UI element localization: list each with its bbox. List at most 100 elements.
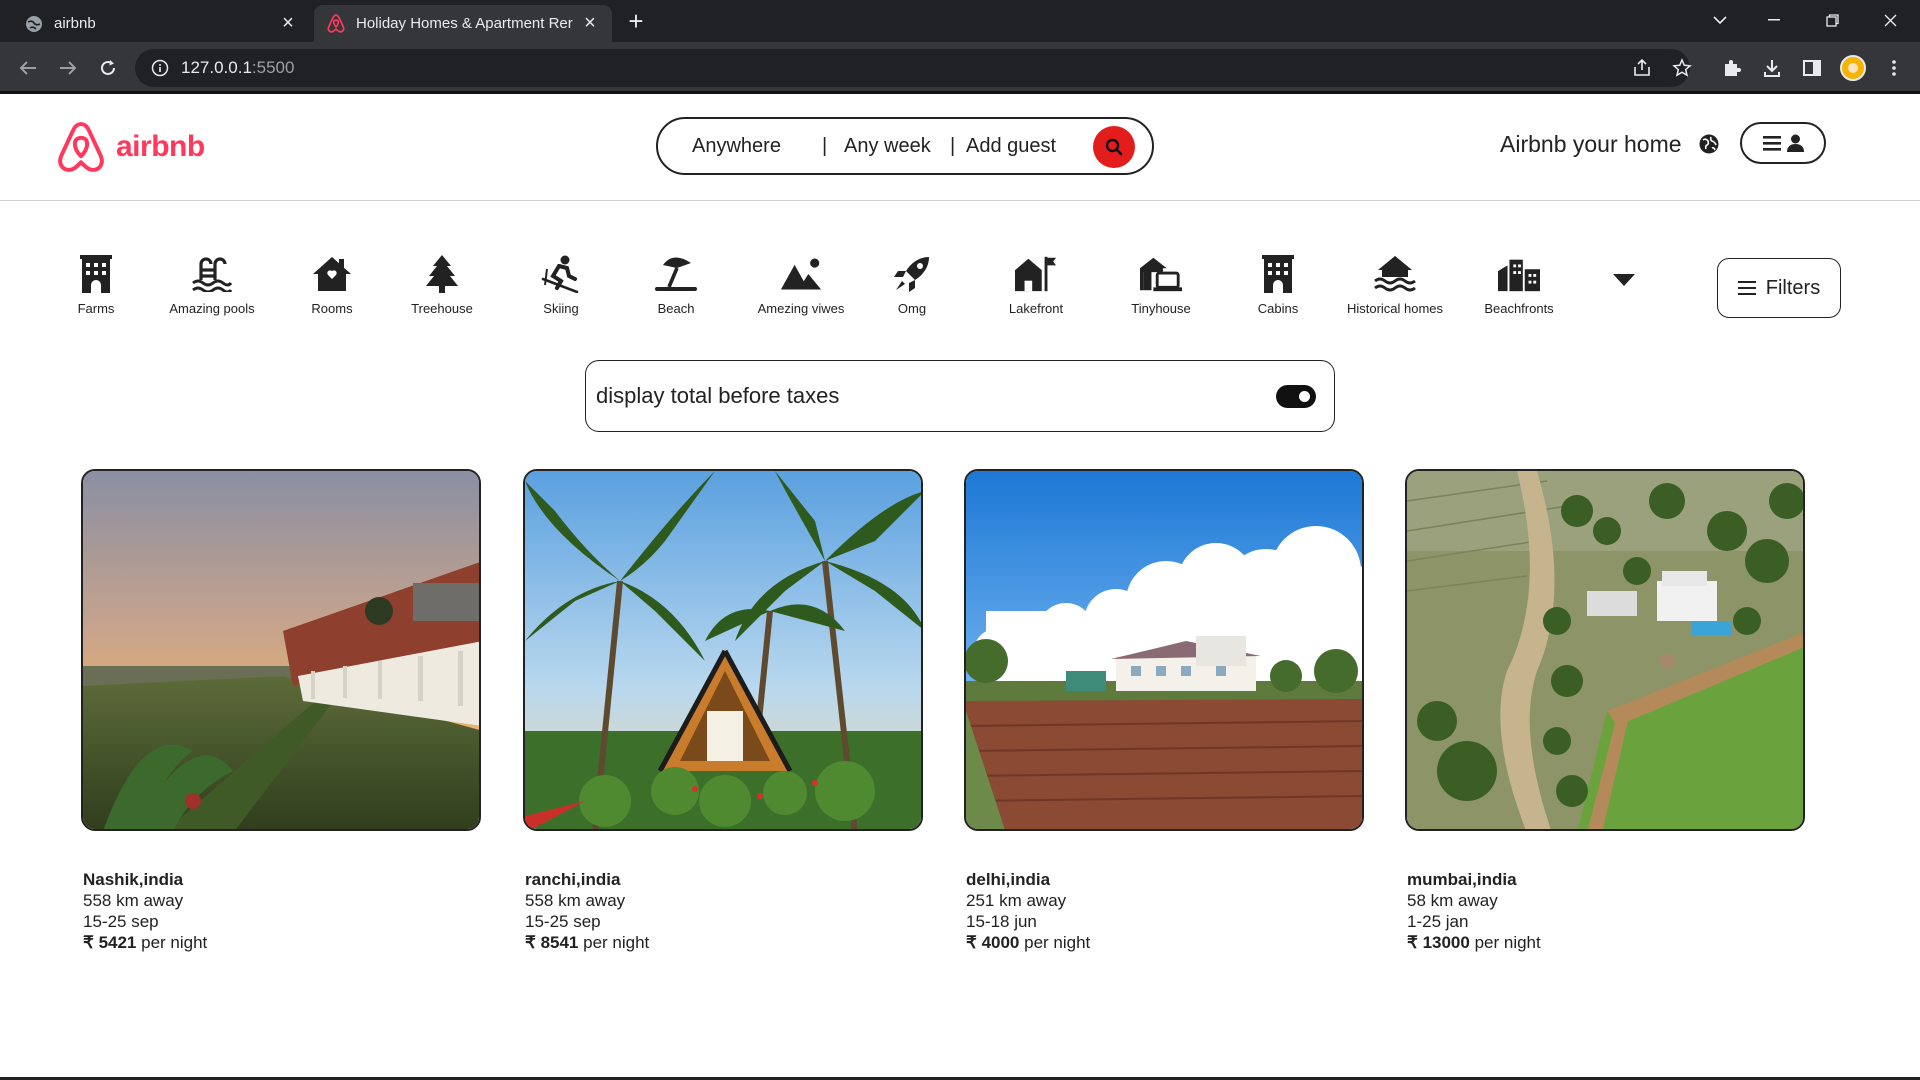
listing-photo[interactable] [964,469,1364,831]
minimize-icon[interactable] [1754,6,1794,34]
listing-photo[interactable] [523,469,923,831]
menu-bars-icon [1737,281,1756,295]
listing-card[interactable]: delhi,india 251 km away 15-18 jun ₹ 4000… [964,469,1364,952]
listing-price: 5421 [98,933,137,952]
info-icon[interactable] [151,59,169,77]
address-bar[interactable]: 127.0.0.1:5500 [135,49,1690,87]
tax-toggle-box: display total before taxes [585,360,1335,432]
listing-price-row: ₹ 8541 per night [525,932,905,953]
listing-dates: 15-25 sep [83,912,159,931]
currency-symbol: ₹ [525,933,536,952]
search-separator: | [950,135,956,157]
listing-card[interactable]: Nashik,india 558 km away 15-25 sep ₹ 542… [81,469,481,952]
category-omg[interactable]: Omg [857,253,967,316]
listing-info: delhi,india 251 km away 15-18 jun ₹ 4000… [966,869,1346,953]
back-arrow-icon[interactable] [14,54,42,82]
currency-symbol: ₹ [83,933,94,952]
listing-price: 8541 [540,933,579,952]
airbnb-logo[interactable]: airbnb [56,121,205,173]
search-add-guest[interactable]: Add guest [966,135,1056,158]
listing-price-unit: per night [1024,933,1091,952]
category-amezing-viwes[interactable]: Amezing viwes [746,253,856,316]
category-label: Historical homes [1346,301,1444,316]
listing-info: ranchi,india 558 km away 15-25 sep ₹ 854… [525,869,905,953]
listing-card[interactable]: mumbai,india 58 km away 1-25 jan ₹ 13000… [1405,469,1805,952]
globe-icon[interactable] [1698,133,1720,160]
tab-search-chevron-icon[interactable] [1700,6,1740,34]
listing-distance: 251 km away [966,891,1067,910]
category-label: Beach [657,301,695,316]
share-icon[interactable] [1628,54,1656,82]
profile-avatar[interactable] [1840,55,1866,81]
search-any-week[interactable]: Any week [844,135,931,158]
currency-symbol: ₹ [966,933,977,952]
listing-price: 13000 [1422,933,1470,952]
category-label: Treehouse [411,301,473,316]
caret-down-icon[interactable] [1612,273,1636,292]
listing-distance: 58 km away [1407,891,1498,910]
url-port: :5500 [251,58,295,77]
reload-icon[interactable] [94,54,122,82]
search-icon [1105,138,1123,156]
extensions-puzzle-icon[interactable] [1718,54,1746,82]
listing-price-unit: per night [583,933,650,952]
globe-icon [24,14,43,33]
category-label: Amezing viwes [757,301,845,316]
category-cabins[interactable]: Cabins [1223,253,1333,316]
category-rooms[interactable]: Rooms [277,253,387,316]
category-skiing[interactable]: Skiing [506,253,616,316]
bookmark-star-icon[interactable] [1668,54,1696,82]
tax-toggle-label: display total before taxes [596,383,840,408]
tree-icon [421,253,463,295]
filters-label: Filters [1765,276,1821,299]
forward-arrow-icon[interactable] [54,54,82,82]
search-anywhere[interactable]: Anywhere [692,135,781,158]
new-tab-button[interactable]: + [624,8,648,34]
search-button[interactable] [1093,126,1135,168]
category-label: Omg [897,301,927,316]
listing-photo[interactable] [81,469,481,831]
airbnb-your-home-link[interactable]: Airbnb your home [1500,131,1682,158]
search-bar[interactable]: Anywhere | Any week | Add guest [656,117,1154,175]
user-menu-button[interactable] [1740,122,1826,164]
listing-dates: 15-18 jun [966,912,1037,931]
airbnb-logo-icon [326,14,345,33]
category-beachfronts[interactable]: Beachfronts [1464,253,1574,316]
listing-distance: 558 km away [83,891,184,910]
category-farms[interactable]: Farms [41,253,151,316]
listing-location: mumbai,india [1407,870,1517,889]
close-icon[interactable]: × [580,12,600,34]
currency-symbol: ₹ [1407,933,1418,952]
side-panel-icon[interactable] [1798,54,1826,82]
browser-tab-holiday-homes[interactable]: Holiday Homes & Apartment Rer × [314,5,612,42]
category-treehouse[interactable]: Treehouse [387,253,497,316]
search-separator: | [822,135,828,157]
listing-price-row: ₹ 5421 per night [83,932,463,953]
user-icon [1786,134,1804,152]
umbrella-beach-icon [655,253,697,295]
close-window-icon[interactable] [1870,6,1910,34]
category-tinyhouse[interactable]: Tinyhouse [1106,253,1216,316]
category-lakefront[interactable]: Lakefront [981,253,1091,316]
category-label: Tinyhouse [1131,301,1191,316]
listing-location: Nashik,india [83,870,184,889]
tab-title: airbnb [54,15,96,32]
listing-price: 4000 [981,933,1020,952]
url-host: 127.0.0.1 [181,58,252,77]
category-historical-homes[interactable]: Historical homes [1340,253,1450,316]
category-label: Skiing [543,301,579,316]
listing-card[interactable]: ranchi,india 558 km away 15-25 sep ₹ 854… [523,469,923,952]
category-amazing-pools[interactable]: Amazing pools [157,253,267,316]
more-vertical-icon[interactable] [1880,54,1908,82]
airbnb-logo-icon [58,122,104,172]
browser-tab-airbnb[interactable]: airbnb × [12,5,310,42]
close-icon[interactable]: × [278,12,298,34]
download-icon[interactable] [1758,54,1786,82]
building-icon [1257,253,1299,295]
category-label: Lakefront [1008,301,1064,316]
tax-toggle-switch[interactable] [1276,385,1316,408]
listing-photo[interactable] [1405,469,1805,831]
category-beach[interactable]: Beach [621,253,731,316]
filters-button[interactable]: Filters [1717,258,1841,318]
restore-icon[interactable] [1812,6,1852,34]
